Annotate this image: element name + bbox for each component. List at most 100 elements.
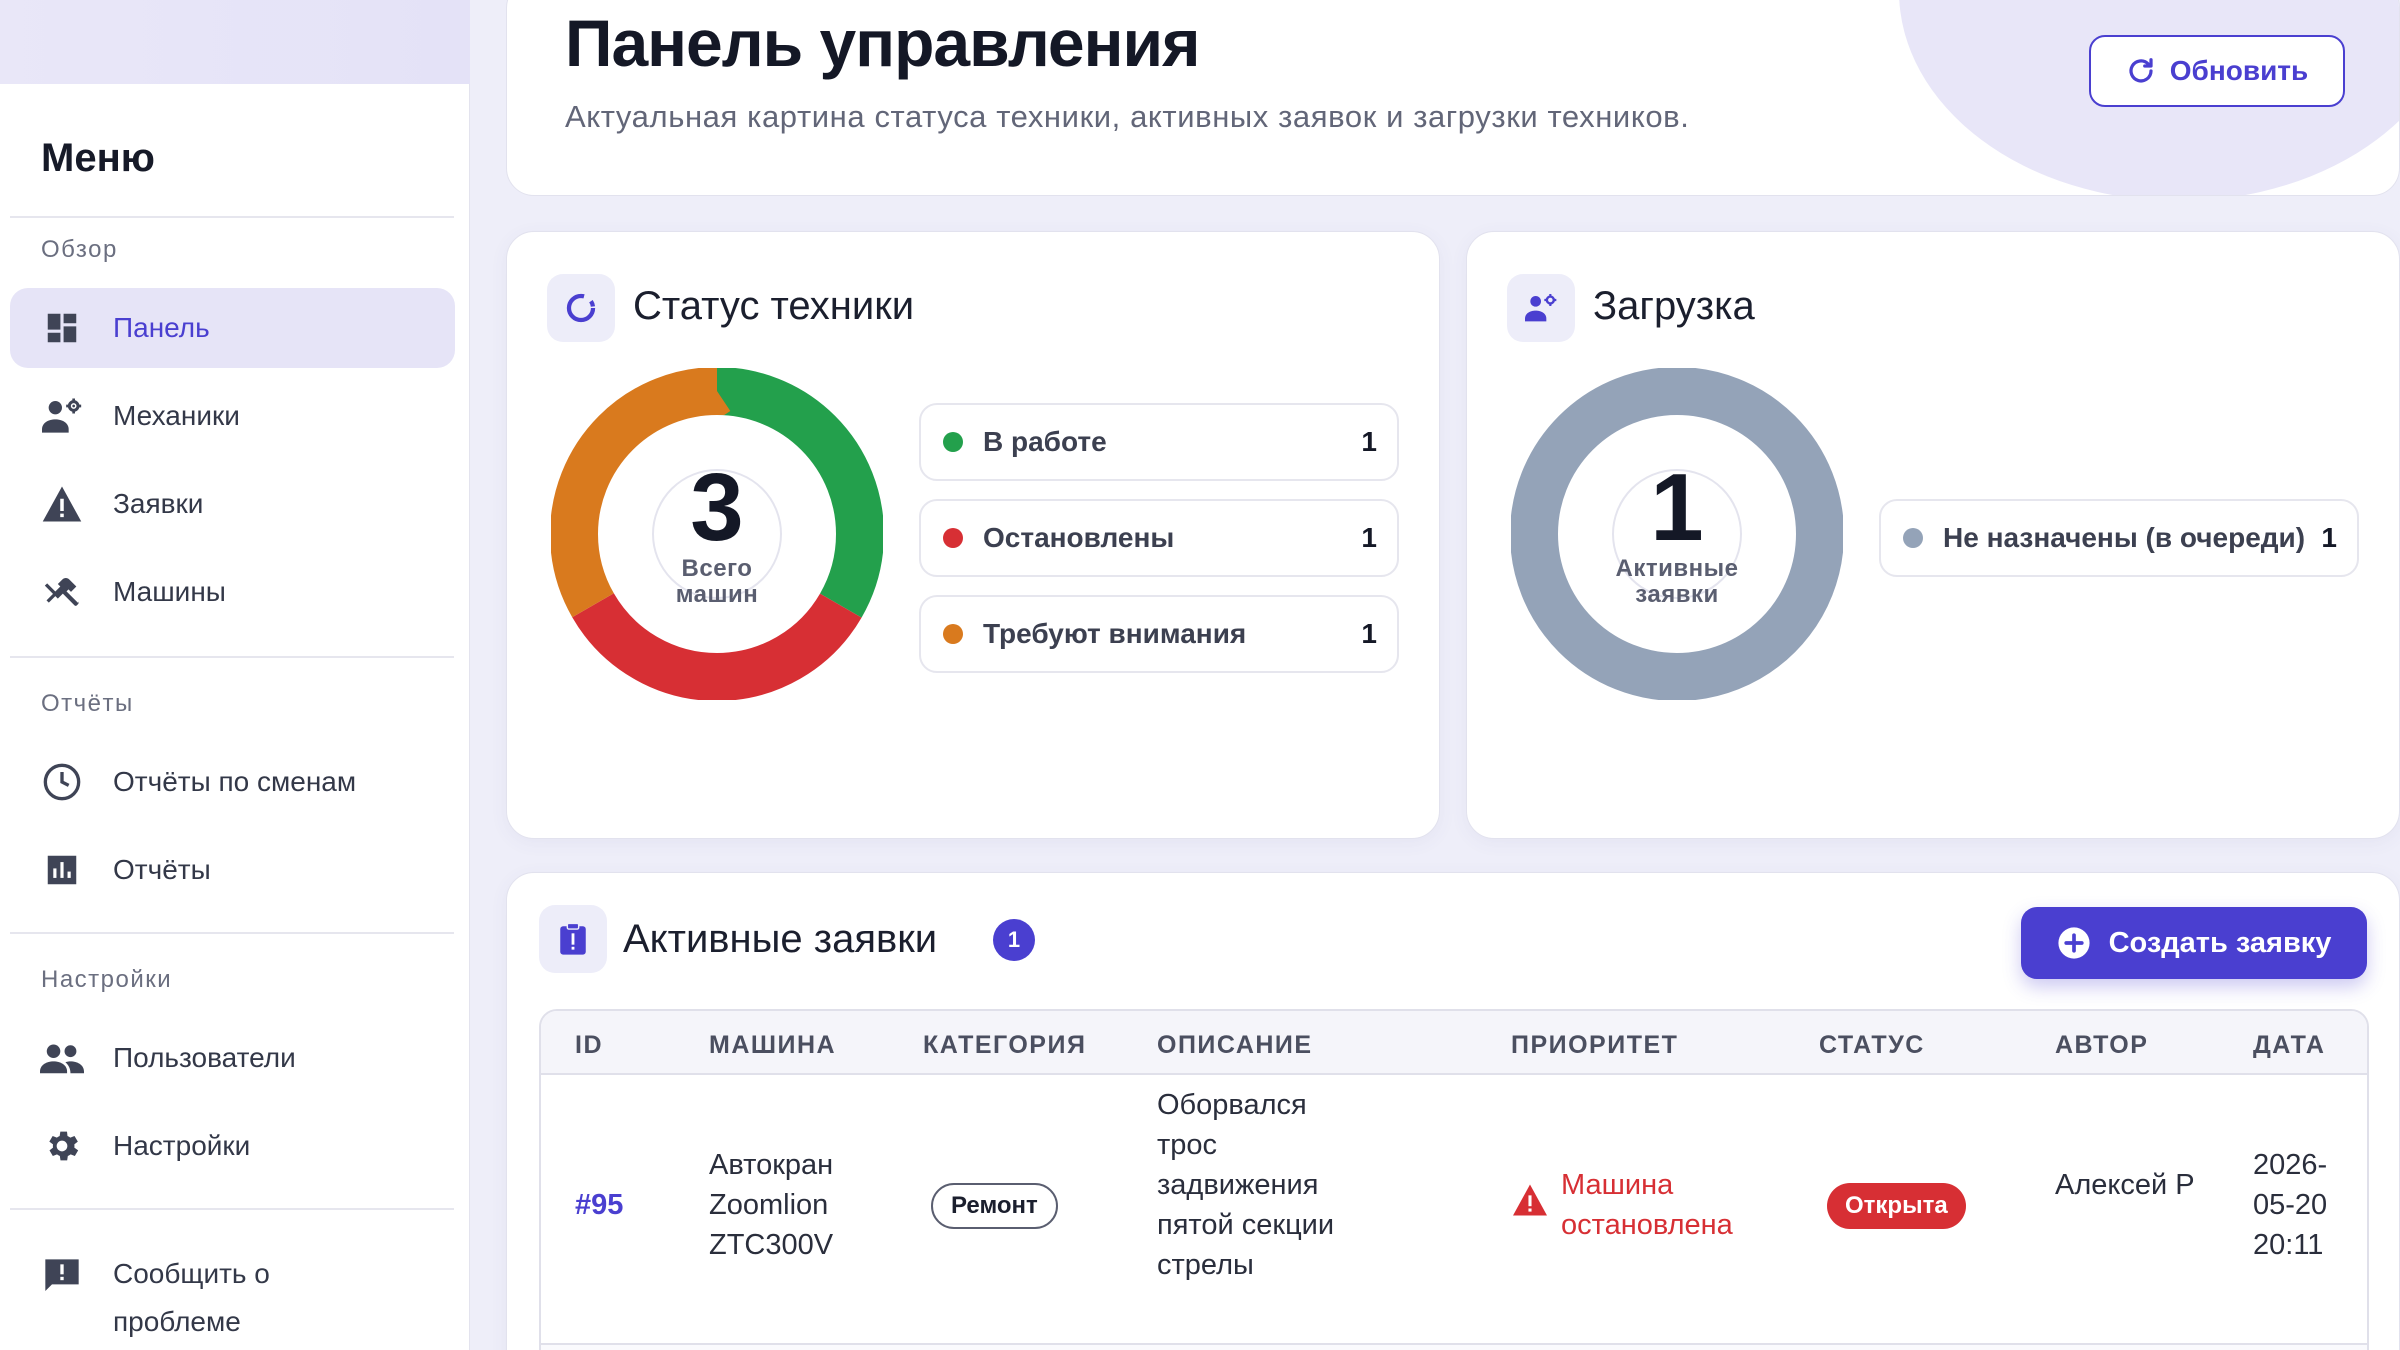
clock-icon — [40, 760, 84, 804]
section-overview: Обзор — [41, 236, 118, 263]
card-title: Активные заявки — [623, 917, 938, 961]
refresh-button[interactable]: Обновить — [2089, 35, 2345, 107]
legend-item-attention[interactable]: Требуют внимания 1 — [919, 595, 1399, 673]
requests-table: ID МАШИНА КАТЕГОРИЯ ОПИСАНИЕ ПРИОРИТЕТ С… — [539, 1009, 2369, 1350]
clipboard-alert-icon — [539, 905, 607, 973]
column-header-date[interactable]: ДАТА — [2253, 1031, 2325, 1060]
sidebar-item-users[interactable]: Пользователи — [10, 1018, 455, 1098]
donut-caption-line: Всего — [681, 555, 753, 582]
tools-icon — [40, 570, 84, 614]
workload-card: Загрузка 1 Активные заявки Не назначены … — [1466, 231, 2400, 839]
sidebar-item-label: Пользователи — [113, 1042, 296, 1073]
gear-icon — [40, 1124, 84, 1168]
page-header: Панель управления Актуальная картина ста… — [506, 0, 2400, 196]
divider — [10, 1208, 454, 1210]
card-title: Статус техники — [633, 284, 915, 328]
donut-center: 1 Активные заявки — [1511, 368, 1843, 700]
sidebar-item-label: Заявки — [113, 488, 204, 519]
date-cell: 2026-05-20 20:11 — [2253, 1149, 2328, 1261]
priority-cell: Машина остановлена — [1511, 1165, 1751, 1245]
sidebar-item-label: Настройки — [113, 1130, 251, 1161]
sidebar-item-label: Сообщить о проблеме — [113, 1258, 270, 1337]
donut-center: 3 Всего машин — [551, 368, 883, 700]
sidebar-item-label: Механики — [113, 400, 240, 431]
author-cell: Алексей Р — [2055, 1169, 2195, 1201]
page-subtitle: Актуальная картина статуса техники, акти… — [565, 99, 1690, 134]
column-header-status[interactable]: СТАТУС — [1819, 1031, 1925, 1060]
column-header-author[interactable]: АВТОР — [2055, 1031, 2148, 1060]
legend-label: В работе — [983, 426, 1107, 457]
table-row[interactable]: #95 Автокран Zoomlion ZTC300V Ремонт Обо… — [541, 1075, 2367, 1345]
status-badge: Открыта — [1827, 1183, 1966, 1229]
column-header-priority[interactable]: ПРИОРИТЕТ — [1511, 1031, 1678, 1060]
sidebar-item-mechanics[interactable]: Механики — [10, 376, 455, 456]
donut-caption: Активные заявки — [1616, 556, 1739, 608]
sidebar-item-requests[interactable]: Заявки — [10, 464, 455, 544]
sidebar-item-label: Машины — [113, 576, 226, 607]
legend-item-stopped[interactable]: Остановлены 1 — [919, 499, 1399, 577]
table-header: ID МАШИНА КАТЕГОРИЯ ОПИСАНИЕ ПРИОРИТЕТ С… — [541, 1011, 2367, 1075]
column-header-machine[interactable]: МАШИНА — [709, 1031, 836, 1060]
machine-cell: Автокран Zoomlion ZTC300V — [709, 1149, 834, 1261]
warning-icon — [1511, 1165, 1549, 1245]
sidebar-item-label: Отчёты по сменам — [113, 766, 357, 797]
column-header-description[interactable]: ОПИСАНИЕ — [1157, 1031, 1313, 1060]
priority-label: Машина остановлена — [1561, 1169, 1733, 1241]
section-settings: Настройки — [41, 966, 173, 993]
sidebar-item-shift-reports[interactable]: Отчёты по сменам — [10, 742, 455, 822]
legend-item-unassigned[interactable]: Не назначены (в очереди) 1 — [1879, 499, 2359, 577]
users-icon — [40, 1036, 84, 1080]
status-dot — [943, 624, 963, 644]
legend-value: 1 — [1361, 426, 1377, 457]
status-dot — [1903, 528, 1923, 548]
column-header-category[interactable]: КАТЕГОРИЯ — [923, 1031, 1086, 1060]
sidebar-item-settings[interactable]: Настройки — [10, 1106, 455, 1186]
donut-caption-line: машин — [675, 581, 759, 608]
sidebar-item-reports[interactable]: Отчёты — [10, 830, 455, 910]
sidebar-item-label: Панель — [113, 312, 210, 343]
feedback-icon — [40, 1254, 84, 1298]
refresh-icon — [2126, 56, 2156, 86]
sidebar-top-band — [0, 0, 470, 84]
bar-chart-icon — [40, 848, 84, 892]
legend-label: Требуют внимания — [983, 618, 1247, 649]
card-title: Загрузка — [1593, 284, 1755, 328]
legend-value: 1 — [1361, 618, 1377, 649]
column-header-id[interactable]: ID — [575, 1031, 603, 1060]
engineer-icon — [40, 394, 84, 438]
engineer-icon — [1507, 274, 1575, 342]
plus-circle-icon — [2057, 926, 2091, 960]
dashboard-icon — [40, 306, 84, 350]
sidebar-item-label: Отчёты — [113, 854, 211, 885]
description-cell: Оборвался трос задвижения пятой секции с… — [1157, 1089, 1335, 1281]
total-machines-value: 3 — [690, 454, 744, 561]
status-dot — [943, 432, 963, 452]
donut-caption-line: заявки — [1635, 581, 1719, 608]
sidebar-title: Меню — [41, 136, 155, 180]
create-request-label: Создать заявку — [2108, 926, 2332, 959]
warning-icon — [40, 482, 84, 526]
sidebar: Меню Обзор Панель Механики Заявки Машины… — [0, 84, 470, 1350]
legend-value: 1 — [1361, 522, 1377, 553]
sidebar-item-report-problem[interactable]: Сообщить о проблеме — [10, 1234, 455, 1344]
sidebar-item-machines[interactable]: Машины — [10, 552, 455, 632]
legend-label: Остановлены — [983, 522, 1175, 553]
status-donut: 3 Всего машин — [550, 367, 884, 701]
equipment-status-card: Статус техники 3 Всего машин В работе 1 … — [506, 231, 1440, 839]
legend-label: Не назначены (в очереди) — [1943, 522, 2306, 553]
sidebar-item-dashboard[interactable]: Панель — [10, 288, 455, 368]
refresh-label: Обновить — [2169, 55, 2309, 86]
active-requests-value: 1 — [1650, 454, 1704, 561]
status-dot — [943, 528, 963, 548]
create-request-button[interactable]: Создать заявку — [2021, 907, 2367, 979]
donut-caption: Всего машин — [676, 556, 759, 608]
active-requests-card: Активные заявки 1 Создать заявку ID МАШИ… — [506, 872, 2400, 1350]
donut-caption-line: Активные — [1615, 555, 1739, 582]
workload-donut: 1 Активные заявки — [1510, 367, 1844, 701]
section-reports: Отчёты — [41, 690, 134, 717]
divider — [10, 656, 454, 658]
category-badge: Ремонт — [931, 1183, 1058, 1229]
request-id-link[interactable]: #95 — [575, 1185, 623, 1225]
legend-item-working[interactable]: В работе 1 — [919, 403, 1399, 481]
requests-count-badge: 1 — [993, 919, 1035, 961]
